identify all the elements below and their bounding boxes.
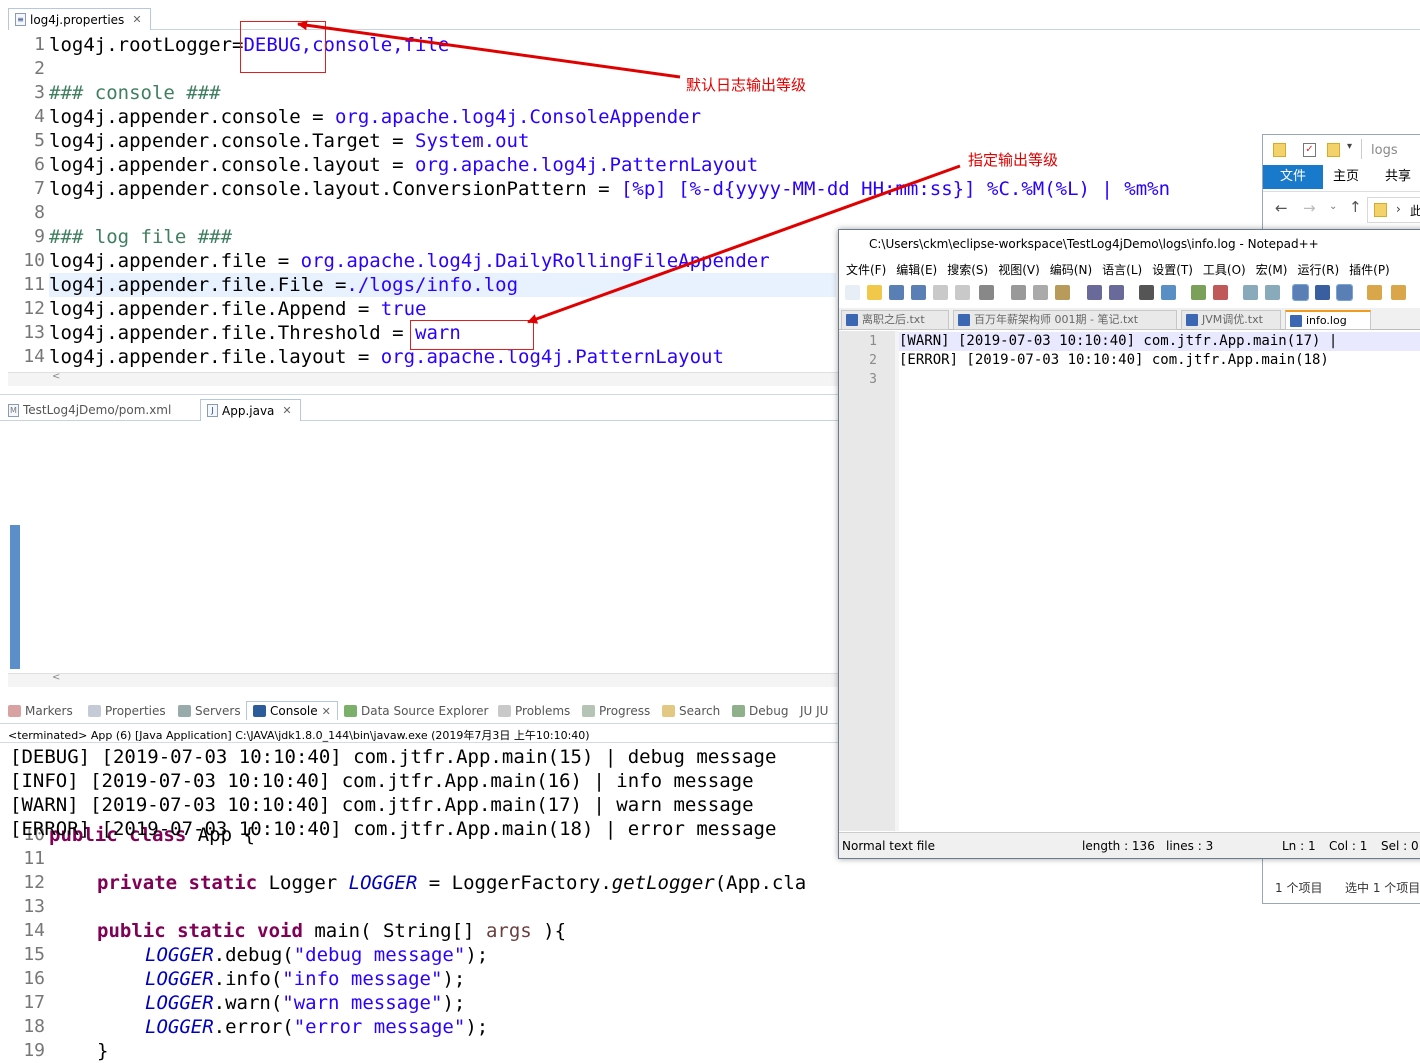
line-number: 13	[23, 896, 45, 917]
code-text: ){	[531, 920, 567, 942]
method-call: .error(	[213, 1016, 294, 1038]
field-name: LOGGER	[145, 992, 214, 1014]
code-text: );	[465, 1016, 489, 1038]
line-number: 18	[23, 1016, 45, 1037]
code-line: LOGGER.info("info message");	[145, 967, 465, 991]
code-text: );	[442, 968, 466, 990]
line-number: 14	[23, 920, 45, 941]
closing-brace: }	[97, 1040, 109, 1062]
string-literal: "error message"	[293, 1016, 466, 1038]
field-name: LOGGER	[145, 968, 214, 990]
code-line: public static void main( String[] args )…	[97, 919, 566, 943]
line-number: 17	[23, 992, 45, 1013]
string-literal: "debug message"	[293, 944, 466, 966]
code-line: LOGGER.error("error message");	[145, 1015, 488, 1039]
code-line: }	[97, 1039, 108, 1063]
parameter-name: args	[485, 920, 532, 942]
arrow-default-level	[297, 20, 681, 79]
string-literal: "info message"	[282, 968, 443, 990]
keyword: public static void	[97, 920, 303, 942]
method-call: .debug(	[213, 944, 294, 966]
annotation-specified-level: 指定输出等级	[968, 151, 1059, 169]
arrow-threshold	[527, 164, 961, 324]
code-text: main( String[]	[302, 920, 486, 942]
code-text: );	[465, 944, 489, 966]
method-call: .warn(	[213, 992, 283, 1014]
code-text: );	[442, 992, 466, 1014]
code-line: LOGGER.debug("debug message");	[145, 943, 488, 967]
field-name: LOGGER	[145, 1016, 214, 1038]
field-name: LOGGER	[145, 944, 214, 966]
line-number: 19	[23, 1040, 45, 1061]
line-number: 15	[23, 944, 45, 965]
method-call: .info(	[213, 968, 283, 990]
annotation-arrows	[297, 20, 961, 324]
string-literal: "warn message"	[282, 992, 443, 1014]
code-line: LOGGER.warn("warn message");	[145, 991, 465, 1015]
annotation-default-level: 默认日志输出等级	[686, 76, 807, 94]
line-number: 16	[23, 968, 45, 989]
